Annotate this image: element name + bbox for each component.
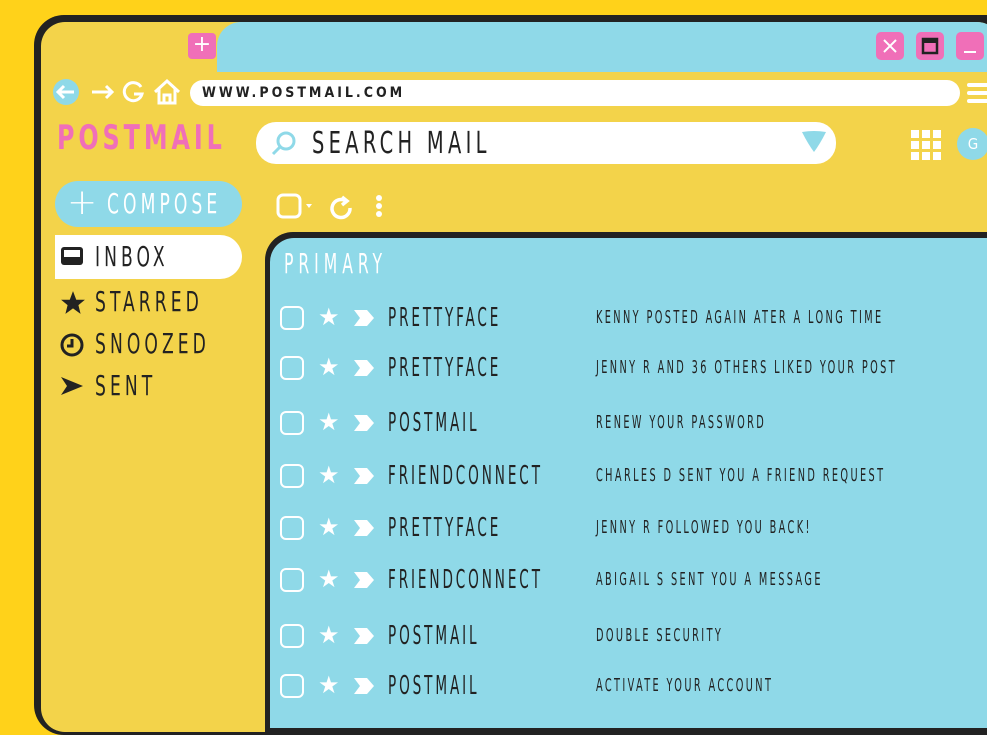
star-icon (59, 290, 87, 320)
star-icon[interactable]: ★ (318, 352, 340, 382)
row-sender: POSTMAIL (388, 408, 480, 438)
row-subject: CHARLES D SENT YOU A FRIEND REQUEST (596, 465, 886, 486)
row-sender: PRETTYFACE (388, 513, 502, 543)
maximize-window-button[interactable] (916, 32, 944, 60)
avatar[interactable]: G (957, 128, 987, 160)
send-icon (59, 374, 85, 402)
sidebar-item-label: SENT (95, 369, 157, 402)
url-text: WWW.POSTMAIL.COM (202, 85, 406, 101)
row-sender: FRIENDCONNECT (388, 461, 543, 491)
table-row[interactable]: ★ POSTMAIL DOUBLE SECURITY (278, 618, 987, 658)
table-row[interactable]: ★ FRIENDCONNECT ABIGAIL S SENT YOU A MESSA… (278, 562, 987, 602)
home-button[interactable] (152, 78, 182, 110)
select-all-checkbox[interactable] (276, 192, 316, 226)
star-icon[interactable]: ★ (318, 670, 340, 700)
app-logo: POSTMAIL (57, 118, 226, 158)
table-row[interactable]: ★ PRETTYFACE KENNY POSTED AGAIN ATER A LON… (278, 300, 987, 340)
forward-arrow-icon (92, 84, 115, 100)
back-button[interactable] (50, 78, 82, 110)
row-subject: JENNY R FOLLOWED YOU BACK! (596, 517, 812, 538)
refresh-icon (330, 195, 352, 220)
row-subject: JENNY R AND 36 OTHERS LIKED YOUR POST (596, 357, 898, 378)
sidebar-item-label: SNOOZED (95, 327, 210, 360)
row-checkbox[interactable] (280, 306, 304, 330)
search-icon (270, 130, 298, 162)
importance-marker-icon[interactable] (352, 466, 376, 490)
sidebar-item-sent[interactable]: SENT (55, 364, 242, 408)
compose-label: COMPOSE (107, 187, 222, 220)
caret-down-icon (802, 131, 826, 152)
compose-button[interactable]: + COMPOSE (55, 181, 242, 227)
importance-marker-icon[interactable] (352, 676, 376, 700)
table-row[interactable]: ★ POSTMAIL RENEW YOUR PASSWORD (278, 405, 987, 445)
search-input[interactable]: SEARCH MAIL (312, 124, 491, 164)
row-subject: ABIGAIL S SENT YOU A MESSAGE (596, 569, 823, 590)
star-icon[interactable]: ★ (318, 620, 340, 650)
row-sender: PRETTYFACE (388, 353, 502, 383)
row-subject: RENEW YOUR PASSWORD (596, 412, 767, 433)
apps-grid-icon[interactable] (911, 130, 941, 164)
importance-marker-icon[interactable] (352, 358, 376, 382)
row-checkbox[interactable] (280, 411, 304, 435)
importance-marker-icon[interactable] (352, 570, 376, 594)
more-options-button[interactable] (372, 192, 386, 226)
back-arrow-icon (53, 79, 79, 105)
more-vert-icon (376, 195, 382, 217)
importance-marker-icon[interactable] (352, 626, 376, 650)
tab-primary[interactable]: PRIMARY (284, 246, 387, 282)
row-checkbox[interactable] (280, 568, 304, 592)
row-sender: FRIENDCONNECT (388, 565, 543, 595)
table-row[interactable]: ★ PRETTYFACE JENNY R AND 36 OTHERS LIKED Y… (278, 350, 987, 390)
browser-menu-icon[interactable] (967, 83, 987, 107)
row-sender: POSTMAIL (388, 671, 480, 701)
sidebar-item-starred[interactable]: STARRED (55, 280, 242, 324)
sidebar-item-inbox[interactable]: INBOX (55, 235, 242, 279)
forward-button[interactable] (88, 78, 118, 110)
sidebar-item-label: STARRED (95, 285, 203, 318)
minimize-icon (961, 40, 979, 59)
row-checkbox[interactable] (280, 516, 304, 540)
row-subject: KENNY POSTED AGAIN ATER A LONG TIME (596, 307, 884, 328)
star-icon[interactable]: ★ (318, 512, 340, 542)
row-subject: ACTIVATE YOUR ACCOUNT (596, 675, 774, 696)
plus-icon: + (67, 182, 98, 223)
importance-marker-icon[interactable] (352, 308, 376, 332)
inbox-icon (59, 245, 85, 271)
row-sender: POSTMAIL (388, 621, 480, 651)
plus-icon: + (192, 32, 212, 57)
row-subject: DOUBLE SECURITY (596, 625, 724, 646)
tab-strip (217, 22, 987, 72)
close-window-button[interactable] (876, 32, 904, 60)
table-row[interactable]: ★ PRETTYFACE JENNY R FOLLOWED YOU BACK! (278, 510, 987, 550)
new-tab-button[interactable]: + (188, 33, 216, 59)
row-sender: PRETTYFACE (388, 303, 502, 333)
search-options-button[interactable] (800, 130, 828, 158)
minimize-window-button[interactable] (956, 32, 984, 60)
row-checkbox[interactable] (280, 464, 304, 488)
star-icon[interactable]: ★ (318, 460, 340, 490)
star-icon[interactable]: ★ (318, 564, 340, 594)
sidebar-item-label: INBOX (95, 240, 169, 273)
row-checkbox[interactable] (280, 624, 304, 648)
maximize-icon (921, 37, 939, 59)
reload-button[interactable] (120, 78, 146, 110)
importance-marker-icon[interactable] (352, 518, 376, 542)
close-icon (881, 39, 899, 59)
row-checkbox[interactable] (280, 674, 304, 698)
star-icon[interactable]: ★ (318, 407, 340, 437)
importance-marker-icon[interactable] (352, 413, 376, 437)
clock-icon (59, 332, 85, 362)
reload-icon (122, 81, 144, 103)
row-checkbox[interactable] (280, 356, 304, 380)
table-row[interactable]: ★ POSTMAIL ACTIVATE YOUR ACCOUNT (278, 668, 987, 708)
home-icon (153, 78, 181, 105)
table-row[interactable]: ★ FRIENDCONNECT CHARLES D SENT YOU A FRIEN… (278, 458, 987, 498)
sidebar-item-snoozed[interactable]: SNOOZED (55, 322, 242, 366)
star-icon[interactable]: ★ (318, 302, 340, 332)
refresh-button[interactable] (326, 192, 356, 226)
